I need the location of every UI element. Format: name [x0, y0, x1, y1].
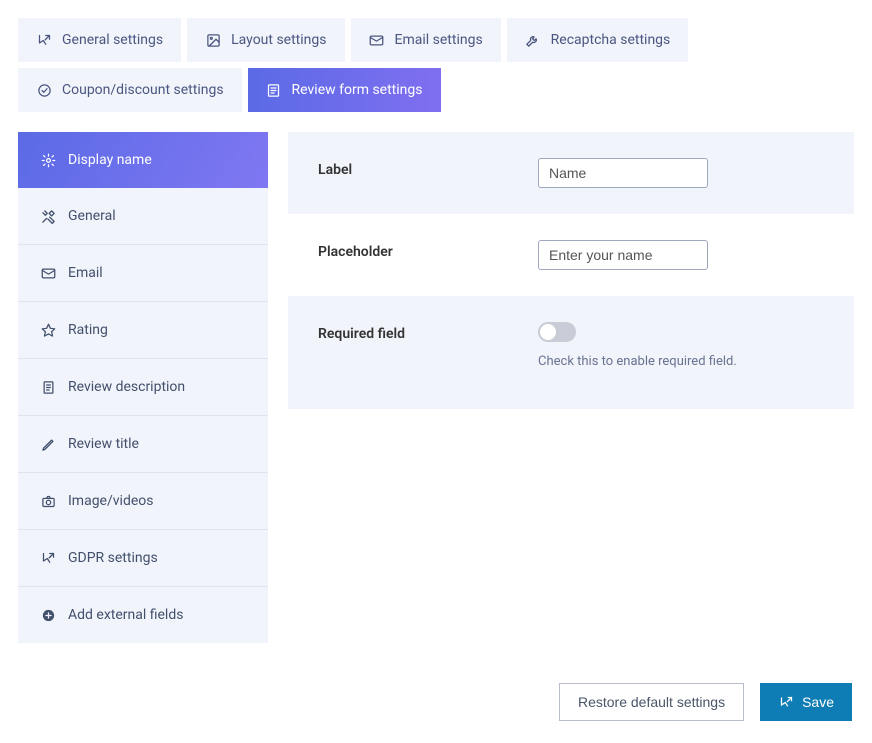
- save-button[interactable]: Save: [760, 683, 852, 721]
- tab-email-settings[interactable]: Email settings: [351, 18, 501, 62]
- settings-arrow-icon: [36, 32, 52, 48]
- field-row-placeholder: Placeholder: [288, 214, 854, 296]
- sidebar-item-label: Review title: [68, 436, 139, 452]
- settings-arrow-icon: [40, 550, 56, 566]
- tab-layout-settings[interactable]: Layout settings: [187, 18, 344, 62]
- save-button-label: Save: [802, 694, 834, 710]
- plus-icon: [40, 607, 56, 623]
- sidebar-item-rating[interactable]: Rating: [18, 302, 268, 359]
- field-row-required: Required field Check this to enable requ…: [288, 296, 854, 409]
- sidebar-item-label: Email: [68, 265, 103, 281]
- tab-recaptcha-settings[interactable]: Recaptcha settings: [507, 18, 689, 62]
- tab-label: Email settings: [395, 32, 483, 48]
- sidebar-item-label: Review description: [68, 379, 185, 395]
- document-icon: [40, 379, 56, 395]
- envelope-icon: [40, 265, 56, 281]
- tag-icon: [36, 82, 52, 98]
- sidebar: Display name General Email Rating Review des…: [18, 132, 268, 643]
- restore-defaults-button[interactable]: Restore default settings: [559, 683, 744, 721]
- sidebar-item-review-description[interactable]: Review description: [18, 359, 268, 416]
- field-row-label: Label: [288, 132, 854, 214]
- field-placeholder-label: Placeholder: [318, 240, 538, 260]
- sidebar-item-label: GDPR settings: [68, 550, 158, 566]
- tab-label: General settings: [62, 32, 163, 48]
- sidebar-item-label: Add external fields: [68, 607, 183, 623]
- tab-label: Recaptcha settings: [551, 32, 671, 48]
- sidebar-item-add-external-fields[interactable]: Add external fields: [18, 587, 268, 643]
- sidebar-item-email[interactable]: Email: [18, 245, 268, 302]
- sidebar-item-general[interactable]: General: [18, 188, 268, 245]
- wrench-icon: [525, 32, 541, 48]
- tab-label: Layout settings: [231, 32, 326, 48]
- field-label-label: Label: [318, 158, 538, 178]
- sidebar-item-gdpr-settings[interactable]: GDPR settings: [18, 530, 268, 587]
- tab-general-settings[interactable]: General settings: [18, 18, 181, 62]
- sidebar-item-image-videos[interactable]: Image/videos: [18, 473, 268, 530]
- main-panel: Label Placeholder Required field Check t…: [288, 132, 854, 643]
- tab-label: Coupon/discount settings: [62, 82, 224, 98]
- label-input[interactable]: [538, 158, 708, 188]
- sidebar-item-label: Rating: [68, 322, 108, 338]
- tab-coupon-discount-settings[interactable]: Coupon/discount settings: [18, 68, 242, 112]
- field-required-label: Required field: [318, 322, 538, 342]
- required-toggle[interactable]: [538, 322, 576, 342]
- tab-label: Review form settings: [292, 82, 423, 98]
- placeholder-input[interactable]: [538, 240, 708, 270]
- restore-button-label: Restore default settings: [578, 694, 725, 710]
- tools-icon: [40, 208, 56, 224]
- save-icon: [778, 694, 794, 710]
- tabs-container: General settings Layout settings Email set…: [18, 18, 854, 112]
- pen-icon: [40, 436, 56, 452]
- star-icon: [40, 322, 56, 338]
- sidebar-item-display-name[interactable]: Display name: [18, 132, 268, 188]
- sidebar-item-label: Display name: [68, 152, 152, 168]
- tab-review-form-settings[interactable]: Review form settings: [248, 68, 441, 112]
- envelope-icon: [369, 32, 385, 48]
- required-help-text: Check this to enable required field.: [538, 354, 824, 369]
- footer: Restore default settings Save: [18, 683, 854, 721]
- sidebar-item-review-title[interactable]: Review title: [18, 416, 268, 473]
- form-icon: [266, 82, 282, 98]
- sidebar-item-label: General: [68, 208, 116, 224]
- camera-icon: [40, 493, 56, 509]
- gear-icon: [40, 152, 56, 168]
- image-icon: [205, 32, 221, 48]
- sidebar-item-label: Image/videos: [68, 493, 153, 509]
